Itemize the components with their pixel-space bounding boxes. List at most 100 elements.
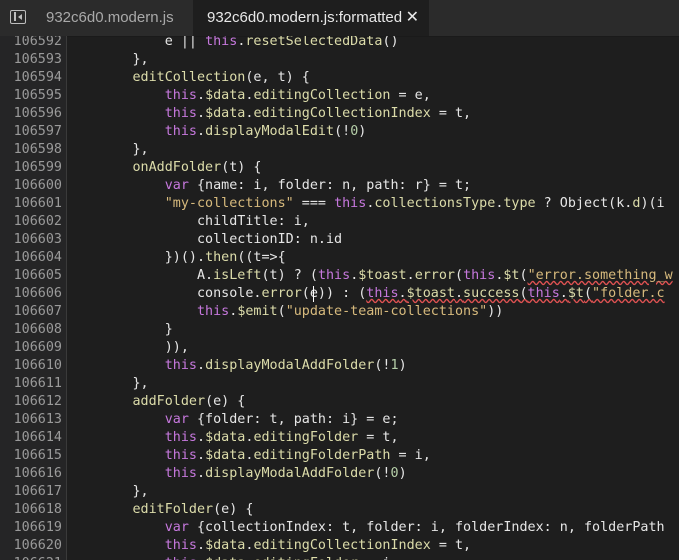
code-text[interactable]: console.error(e)) : (this.$toast.success…	[68, 285, 665, 303]
code-token: isLeft	[213, 268, 262, 283]
code-text[interactable]: this.$data.editingFolder = i,	[68, 555, 399, 560]
code-token: this	[164, 358, 197, 373]
code-token: = t,	[430, 106, 472, 121]
code-text[interactable]: this.$data.editingFolderPath = i,	[68, 447, 431, 465]
code-text[interactable]: this.$data.editingFolder = t,	[68, 429, 399, 447]
code-token: addFolder	[132, 394, 206, 409]
code-token: A.	[68, 268, 214, 283]
code-token: (e) {	[213, 502, 254, 517]
code-text[interactable]: this.displayModalAddFolder(!0)	[68, 465, 407, 483]
code-token: this	[164, 430, 197, 445]
code-text[interactable]: var {name: i, folder: n, path: r} = t;	[68, 177, 471, 195]
line-number: 106597	[13, 124, 62, 139]
code-token: $emit	[237, 304, 278, 319]
code-text[interactable]: A.isLeft(t) ? (this.$toast.error(this.$t…	[68, 267, 673, 285]
code-token: .	[197, 538, 206, 553]
code-token: .	[454, 286, 464, 301]
tab-formatted-file[interactable]: 932c6d0.modern.js:formatted ✕	[193, 0, 429, 36]
line-number: 106617	[13, 484, 62, 499]
code-token: .	[197, 430, 206, 445]
code-token: e ||	[68, 36, 206, 49]
code-text[interactable]: },	[68, 141, 148, 159]
code-token: {name: i, folder: n, path: r} = t;	[188, 178, 472, 193]
code-token: editingFolderPath	[253, 448, 391, 463]
code-token: this	[165, 556, 197, 560]
code-editor[interactable]: 106592 e || this.resetSelectedData() 1065…	[0, 36, 679, 560]
code-token: this	[366, 286, 399, 301]
code-token: this	[164, 124, 197, 139]
code-token: (t) ? (	[261, 268, 318, 283]
code-token: this	[205, 36, 238, 49]
code-text[interactable]: this.$data.editingCollection = e,	[68, 87, 431, 105]
code-text[interactable]: this.$emit("update-team-collections"))	[68, 303, 503, 321]
code-text[interactable]: })().then((t=>{	[68, 249, 286, 267]
code-token: displayModalAddFolder	[205, 358, 375, 373]
code-text[interactable]: onAddFolder(t) {	[68, 159, 262, 177]
code-token: var	[164, 412, 189, 427]
code-token: this	[164, 448, 197, 463]
line-number: 106596	[13, 106, 62, 121]
code-text[interactable]: collectionID: n.id	[68, 231, 342, 249]
code-text[interactable]: "my-collections" === this.collectionsTyp…	[68, 195, 665, 213]
tab-source-file[interactable]: 932c6d0.modern.js	[46, 0, 174, 36]
code-token: error	[261, 286, 302, 301]
code-text[interactable]: editCollection(e, t) {	[68, 69, 310, 87]
code-token: childTitle: i,	[68, 214, 310, 229]
code-token: this	[317, 268, 351, 283]
code-token: this	[164, 88, 197, 103]
text-cursor	[313, 286, 314, 302]
code-text[interactable]: },	[68, 483, 148, 501]
code-text[interactable]: childTitle: i,	[68, 213, 310, 231]
code-text[interactable]: editFolder(e) {	[68, 501, 254, 519]
code-text[interactable]: this.displayModalEdit(!0)	[68, 123, 367, 141]
code-text[interactable]: this.$data.editingCollectionIndex = t,	[68, 105, 471, 123]
code-token: = i,	[358, 556, 398, 560]
code-token: editingFolder	[253, 556, 358, 560]
code-text[interactable]: var {collectionIndex: t, folder: i, fold…	[68, 519, 665, 537]
sidebar-toggle-icon[interactable]	[10, 10, 26, 24]
code-token: .	[398, 286, 407, 301]
line-number: 106618	[13, 502, 62, 517]
close-icon[interactable]: ✕	[406, 0, 419, 36]
code-text[interactable]: )),	[68, 339, 189, 357]
code-token: .	[197, 106, 206, 121]
code-text[interactable]: addFolder(e) {	[68, 393, 246, 411]
code-token: $data	[205, 106, 246, 121]
code-text[interactable]: }	[68, 321, 173, 339]
line-number: 106594	[13, 70, 62, 85]
code-token: .	[406, 268, 415, 283]
code-text[interactable]: this.$data.editingCollectionIndex = t,	[68, 537, 471, 555]
code-token: ))	[487, 304, 504, 319]
code-token: $t	[503, 268, 520, 283]
code-token: $data	[205, 556, 245, 560]
line-number: 106605	[13, 268, 62, 283]
code-token: editingCollection	[253, 88, 391, 103]
line-number: 106593	[13, 52, 62, 67]
code-text[interactable]: this.displayModalAddFolder(!1)	[68, 357, 407, 375]
code-token: $toast	[406, 286, 455, 301]
code-token: $t	[567, 286, 584, 301]
code-text[interactable]: },	[68, 51, 148, 69]
code-token: collectionID: n.id	[68, 232, 343, 247]
line-number: 106620	[13, 538, 62, 553]
code-token: {folder: t, path: i} = e;	[188, 412, 399, 427]
code-text[interactable]: },	[68, 375, 148, 393]
line-number: 106603	[13, 232, 62, 247]
code-token: 1	[390, 358, 399, 373]
code-text[interactable]: var {folder: t, path: i} = e;	[68, 411, 399, 429]
code-token: type	[503, 196, 536, 211]
code-token: .	[197, 466, 206, 481]
code-token: (	[519, 286, 528, 301]
code-text[interactable]: e || this.resetSelectedData()	[68, 36, 399, 51]
line-number: 106606	[13, 286, 62, 301]
line-number: 106602	[13, 214, 62, 229]
code-token: "folder.c	[592, 286, 665, 301]
line-number: 106600	[13, 178, 62, 193]
